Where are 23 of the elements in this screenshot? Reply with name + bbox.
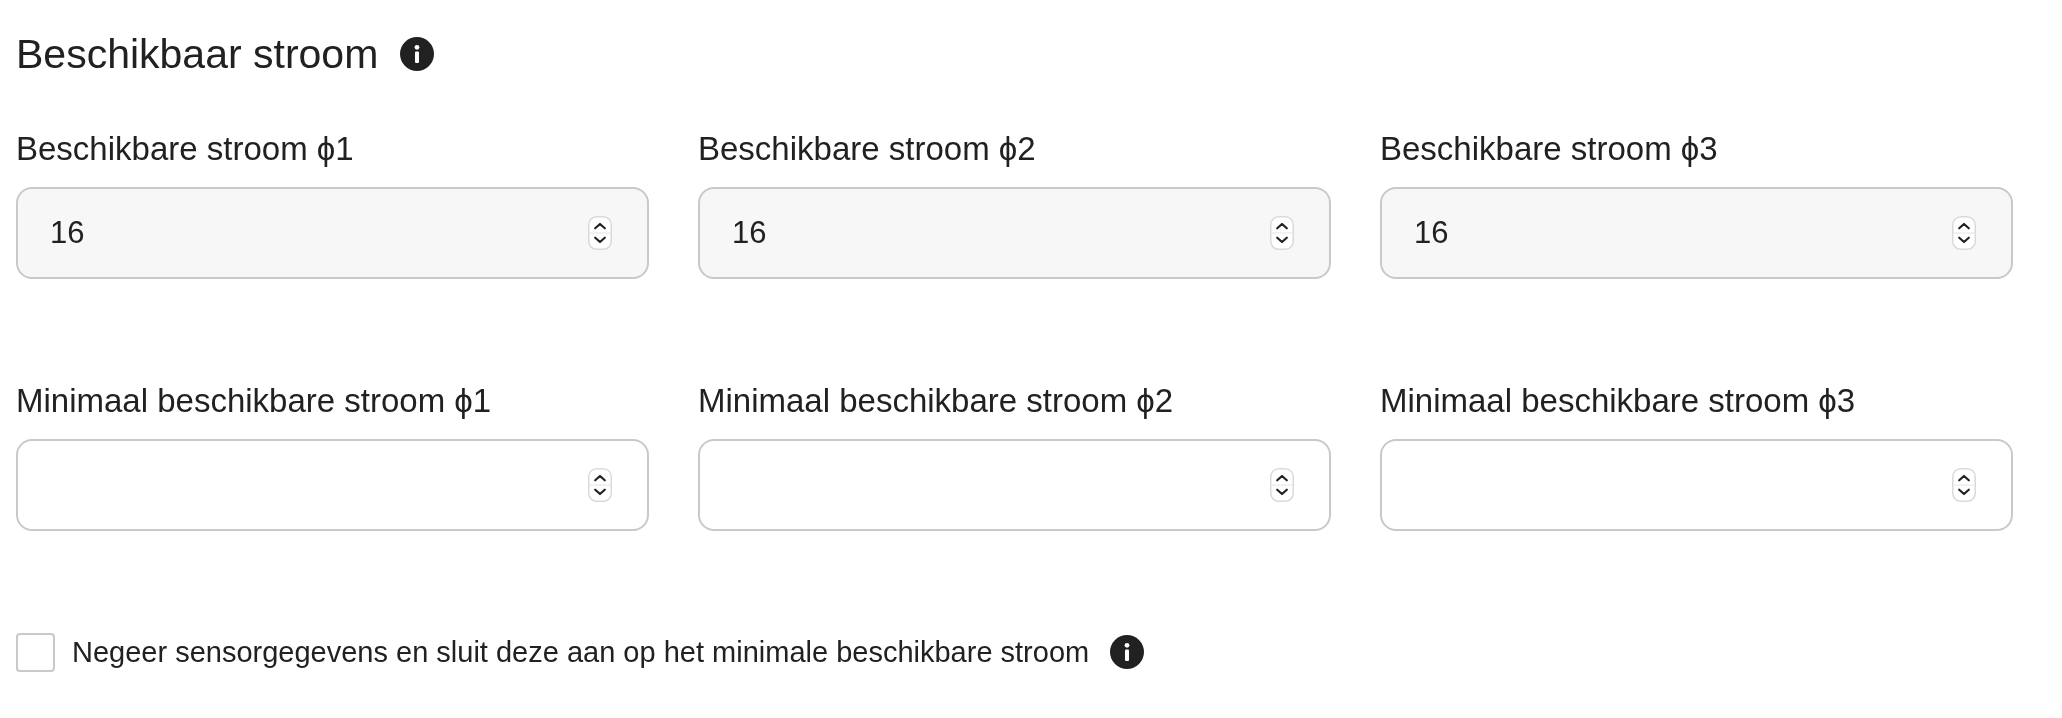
field-label: Beschikbare stroom ϕ1: [16, 129, 355, 169]
checkbox[interactable]: [16, 632, 55, 672]
section-title: Beschikbaar stroom: [16, 30, 379, 78]
chevron-up-down-icon[interactable]: [1270, 468, 1294, 502]
chevron-up-down-icon[interactable]: [1952, 468, 1976, 502]
info-icon[interactable]: [400, 37, 435, 71]
field-label: Minimaal beschikbare stroom ϕ3: [1380, 381, 1857, 421]
chevron-up-down-icon[interactable]: [588, 216, 612, 250]
field-label: Minimaal beschikbare stroom ϕ1: [16, 381, 493, 421]
number-input[interactable]: 16: [698, 187, 1331, 279]
checkbox-label: Negeer sensorgegevens en sluit deze aan op het minimale beschikbare stroom: [72, 635, 1090, 670]
field-label: Beschikbare stroom ϕ3: [1380, 129, 1719, 169]
number-input[interactable]: 16: [16, 187, 649, 279]
number-input[interactable]: 16: [1380, 187, 2013, 279]
number-input[interactable]: [698, 439, 1331, 531]
info-icon[interactable]: [1110, 635, 1145, 669]
chevron-up-down-icon[interactable]: [1952, 216, 1976, 250]
number-input[interactable]: [16, 439, 649, 531]
field-label: Minimaal beschikbare stroom ϕ2: [698, 381, 1175, 421]
number-input[interactable]: [1380, 439, 2013, 531]
chevron-up-down-icon[interactable]: [1270, 216, 1294, 250]
chevron-up-down-icon[interactable]: [588, 468, 612, 502]
field-label: Beschikbare stroom ϕ2: [698, 129, 1037, 169]
